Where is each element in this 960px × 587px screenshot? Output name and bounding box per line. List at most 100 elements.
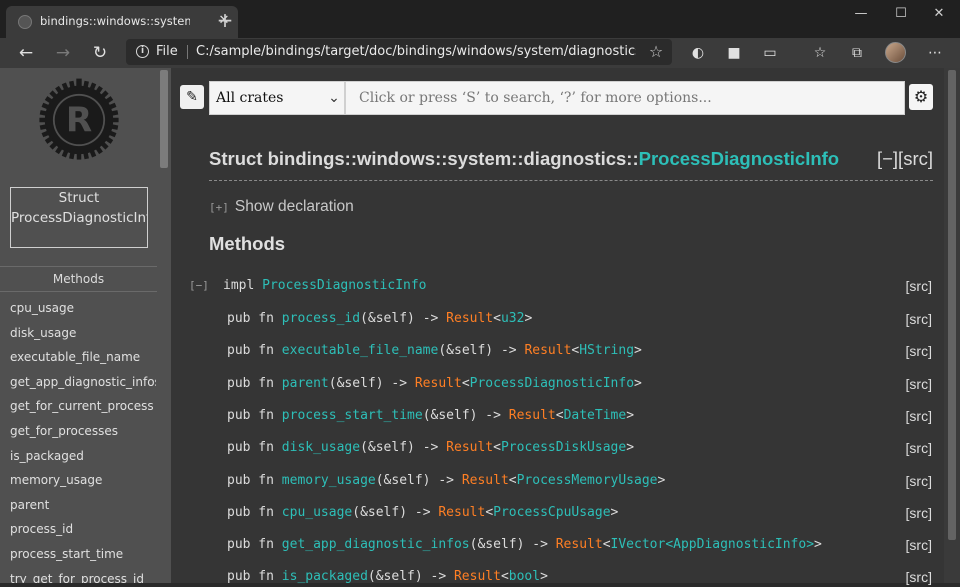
sidebar-method-link[interactable]: process_start_time (10, 542, 156, 567)
method-return-type-link[interactable]: ProcessDiagnosticInfo (470, 376, 634, 391)
refresh-icon[interactable]: ↻ (86, 41, 114, 65)
back-icon[interactable]: ← (12, 41, 40, 65)
sidebar-method-link[interactable]: cpu_usage (10, 296, 156, 321)
rustdoc-page: R Struct ProcessDiagnosticInfo Methods c… (0, 68, 960, 585)
method-result-link[interactable]: Result (462, 473, 509, 488)
method-name-link[interactable]: disk_usage (282, 440, 360, 455)
sidebar: R Struct ProcessDiagnosticInfo Methods c… (0, 68, 157, 583)
sidebar-scrollbar[interactable] (157, 68, 171, 583)
method-result-link[interactable]: Result (509, 408, 556, 423)
methods-heading: Methods (209, 233, 286, 254)
method-result-link[interactable]: Result (446, 311, 493, 326)
method-src-link[interactable]: [src] (906, 440, 932, 456)
extension-icon[interactable]: ◐ (686, 41, 710, 65)
crate-select[interactable]: All crates ⌄ (209, 81, 345, 115)
method-name-link[interactable]: process_id (282, 311, 360, 326)
theme-brush-icon[interactable]: ✎ (180, 85, 204, 109)
extension-square-icon[interactable]: ■ (722, 41, 746, 65)
method-return-type-link[interactable]: ProcessDiskUsage (501, 440, 626, 455)
method-pub-fn-keyword: pub fn (227, 440, 274, 456)
page-title-struct[interactable]: ProcessDiagnosticInfo (639, 148, 839, 169)
method-result-link[interactable]: Result (524, 343, 571, 358)
main-scroll-thumb[interactable] (948, 70, 956, 540)
method-src-link[interactable]: [src] (906, 537, 932, 553)
tab-bar: bindings::windows::system::diagnostics::… (0, 0, 960, 38)
method-return-type-link[interactable]: ProcessCpuUsage (493, 505, 610, 520)
address-bar[interactable]: i File C:/sample/bindings/target/doc/bin… (126, 39, 672, 65)
sidebar-method-link[interactable]: process_id (10, 517, 156, 542)
method-result-link[interactable]: Result (415, 376, 462, 391)
new-tab-button[interactable]: + (214, 9, 236, 31)
method-return-type-link[interactable]: DateTime (564, 408, 627, 423)
sidebar-method-link[interactable]: get_app_diagnostic_infos (10, 370, 156, 395)
sidebar-method-link[interactable]: executable_file_name (10, 345, 156, 370)
method-name-link[interactable]: memory_usage (282, 473, 376, 488)
sidebar-method-link[interactable]: try_get_for_process_id (10, 567, 156, 583)
method-src-link[interactable]: [src] (906, 473, 932, 489)
method-pub-fn-keyword: pub fn (227, 311, 274, 326)
sidebar-method-link[interactable]: is_packaged (10, 444, 156, 469)
method-return-type-link[interactable]: IVector<AppDiagnosticInfo> (611, 537, 815, 552)
method-return-type-link[interactable]: ProcessMemoryUsage (517, 473, 658, 488)
forward-icon[interactable]: → (49, 41, 77, 65)
sidebar-method-link[interactable]: disk_usage (10, 321, 156, 346)
declaration-toggle-marker[interactable]: [+] (209, 201, 229, 214)
method-name-link[interactable]: parent (282, 376, 329, 391)
sidebar-method-link[interactable]: get_for_current_process (10, 394, 156, 419)
method-name-link[interactable]: executable_file_name (282, 343, 439, 358)
comment-icon[interactable]: ▭ (758, 41, 782, 65)
rust-logo-icon[interactable]: R (34, 75, 124, 165)
sidebar-method-link[interactable]: memory_usage (10, 468, 156, 493)
method-signature: pub fn parent(&self) -> Result<ProcessDi… (227, 376, 642, 394)
search-input[interactable]: Click or press ‘S’ to search, ‘?’ for mo… (345, 81, 905, 115)
close-window-button[interactable]: ✕ (924, 4, 954, 24)
method-generic-close: > (626, 407, 635, 423)
minimize-button[interactable]: — (846, 4, 876, 24)
method-return-type-link[interactable]: HString (579, 343, 634, 358)
main-content: ✎ All crates ⌄ Click or press ‘S’ to sea… (171, 68, 944, 585)
browser-tab[interactable]: bindings::windows::system::diagnostics::… (6, 6, 238, 38)
method-result-link[interactable]: Result (438, 505, 485, 520)
method-generic-open: < (485, 504, 494, 520)
sidebar-method-link[interactable]: get_for_processes (10, 419, 156, 444)
method-result-link[interactable]: Result (446, 440, 493, 455)
method-src-link[interactable]: [src] (906, 311, 932, 327)
method-src-link[interactable]: [src] (906, 376, 932, 392)
method-src-link[interactable]: [src] (906, 505, 932, 521)
method-generic-open: < (555, 407, 564, 423)
impl-type-link[interactable]: ProcessDiagnosticInfo (262, 278, 426, 293)
method-return-type-link[interactable]: u32 (501, 311, 524, 326)
profile-avatar[interactable] (885, 42, 906, 63)
favorites-icon[interactable]: ☆ (808, 41, 832, 65)
method-src-link[interactable]: [src] (906, 408, 932, 424)
sidebar-methods-heading[interactable]: Methods (0, 266, 157, 292)
show-declaration-toggle[interactable]: [+] Show declaration (209, 198, 354, 218)
collapse-src-toggle[interactable]: [−][src] (877, 148, 933, 170)
sidebar-struct-name[interactable]: Struct ProcessDiagnosticInfo (10, 187, 148, 248)
method-return-type-link[interactable]: bool (509, 569, 540, 584)
url-text[interactable]: C:/sample/bindings/target/doc/bindings/w… (196, 44, 636, 60)
method-name-link[interactable]: process_start_time (282, 408, 423, 423)
method-src-link[interactable]: [src] (906, 343, 932, 359)
sidebar-method-link[interactable]: parent (10, 493, 156, 518)
scheme-label: File (156, 44, 178, 59)
method-generic-close: > (634, 375, 642, 391)
method-signature: pub fn disk_usage(&self) -> Result<Proce… (227, 440, 634, 458)
method-name-link[interactable]: cpu_usage (282, 505, 352, 520)
method-name-link[interactable]: get_app_diagnostic_infos (282, 537, 470, 552)
impl-src-link[interactable]: [src] (906, 278, 932, 294)
favorite-star-icon[interactable]: ☆ (646, 42, 666, 62)
collections-icon[interactable]: ⧉ (845, 41, 869, 65)
more-menu-icon[interactable]: ⋯ (923, 41, 947, 65)
method-result-link[interactable]: Result (454, 569, 501, 584)
main-scrollbar[interactable] (944, 68, 960, 583)
method-result-link[interactable]: Result (556, 537, 603, 552)
maximize-button[interactable]: ☐ (886, 4, 916, 24)
sidebar-scroll-thumb[interactable] (160, 70, 168, 168)
settings-gear-icon[interactable]: ⚙ (909, 84, 933, 110)
impl-collapse-toggle[interactable]: [−] (189, 279, 209, 295)
info-icon[interactable]: i (136, 45, 149, 58)
method-args: (&self) -> (367, 569, 454, 585)
browser-toolbar: ← → ↻ i File C:/sample/bindings/target/d… (0, 38, 960, 68)
method-name-link[interactable]: is_packaged (282, 569, 368, 584)
